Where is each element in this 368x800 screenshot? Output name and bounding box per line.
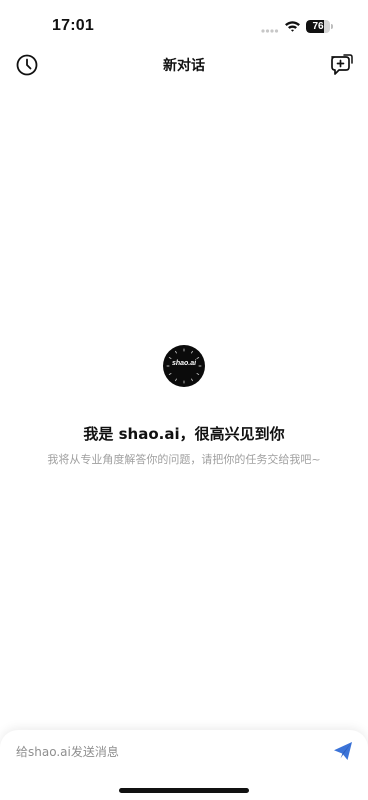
status-bar: 17:01 76 <box>0 0 368 50</box>
new-chat-button[interactable] <box>328 52 354 78</box>
status-time: 17:01 <box>52 17 94 34</box>
paper-plane-icon <box>334 742 352 760</box>
battery-icon: 76 <box>306 20 334 33</box>
send-button[interactable] <box>331 739 355 763</box>
welcome-subtitle: 我将从专业角度解答你的问题，请把你的任务交给我吧~ <box>47 453 321 466</box>
new-chat-icon <box>331 54 353 75</box>
wifi-icon <box>285 21 300 32</box>
home-indicator <box>119 788 249 793</box>
page-title: 新对话 <box>163 58 205 74</box>
shao-ai-logo: shao.ai <box>163 345 205 387</box>
battery-percent: 76 <box>312 21 324 32</box>
cellular-signal-icon <box>261 29 279 33</box>
message-input[interactable] <box>16 740 316 764</box>
battery-tip <box>331 24 333 29</box>
welcome-title: 我是 shao.ai，很高兴见到你 <box>83 425 285 443</box>
chat-screen: 17:01 76 新对话 shao.ai 我是 shao.ai，很高兴见到你 我… <box>0 0 368 800</box>
battery-body: 76 <box>306 20 330 33</box>
logo-text: shao.ai <box>171 360 197 367</box>
chat-header: 新对话 <box>0 50 368 78</box>
